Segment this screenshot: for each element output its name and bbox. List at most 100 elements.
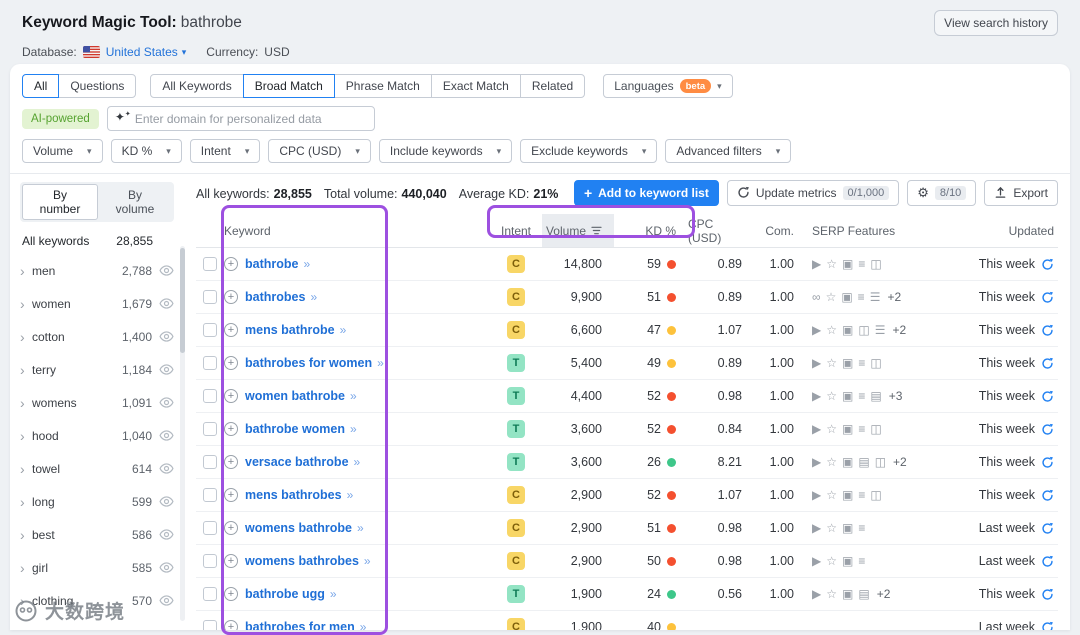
tab-phrase-match[interactable]: Phrase Match [334,74,432,98]
column-com[interactable]: Com. [754,214,800,247]
sidebar-group-women[interactable]: ›women1,679 [20,287,174,320]
add-keyword-icon[interactable]: + [224,488,238,502]
sidebar-group-terry[interactable]: ›terry1,184 [20,353,174,386]
add-keyword-icon[interactable]: + [224,587,238,601]
row-checkbox[interactable] [203,422,217,436]
domain-input[interactable] [107,106,375,131]
serp-chevrons-icon[interactable]: » [354,455,360,469]
row-checkbox[interactable] [203,521,217,535]
row-checkbox[interactable] [203,455,217,469]
column-volume[interactable]: Volume [542,214,614,247]
eye-icon[interactable] [159,562,174,573]
filter-volume[interactable]: Volume▾ [22,139,103,163]
add-to-keyword-list-button[interactable]: +Add to keyword list [574,180,719,206]
sidebar-group-towel[interactable]: ›towel614 [20,452,174,485]
eye-icon[interactable] [159,430,174,441]
add-keyword-icon[interactable]: + [224,389,238,403]
add-keyword-icon[interactable]: + [224,356,238,370]
refresh-icon[interactable] [1041,588,1054,601]
refresh-icon[interactable] [1041,357,1054,370]
eye-icon[interactable] [159,397,174,408]
eye-icon[interactable] [159,529,174,540]
keyword-link[interactable]: versace bathrobe [245,455,349,469]
serp-chevrons-icon[interactable]: » [350,422,356,436]
refresh-icon[interactable] [1041,456,1054,469]
filter-kd[interactable]: KD %▾ [111,139,182,163]
serp-extra-count[interactable]: +2 [887,290,901,304]
toggle-by-volume[interactable]: By volume [98,184,172,220]
eye-icon[interactable] [159,298,174,309]
keyword-link[interactable]: bathrobes [245,290,305,304]
add-keyword-icon[interactable]: + [224,257,238,271]
sidebar-group-hood[interactable]: ›hood1,040 [20,419,174,452]
sidebar-group-girl[interactable]: ›girl585 [20,551,174,584]
column-kd[interactable]: KD % [614,214,688,247]
eye-icon[interactable] [159,265,174,276]
serp-chevrons-icon[interactable]: » [350,389,356,403]
refresh-icon[interactable] [1041,390,1054,403]
keyword-link[interactable]: womens bathrobe [245,521,352,535]
database-select[interactable]: United States▾ [106,45,187,59]
serp-chevrons-icon[interactable]: » [310,290,316,304]
sidebar-scrollbar[interactable] [180,246,185,621]
filter-advanced-filters[interactable]: Advanced filters▾ [665,139,791,163]
add-keyword-icon[interactable]: + [224,422,238,436]
row-checkbox[interactable] [203,587,217,601]
eye-icon[interactable] [159,331,174,342]
eye-icon[interactable] [159,463,174,474]
row-checkbox[interactable] [203,488,217,502]
add-keyword-icon[interactable]: + [224,290,238,304]
keyword-link[interactable]: mens bathrobes [245,488,342,502]
sidebar-group-best[interactable]: ›best586 [20,518,174,551]
row-checkbox[interactable] [203,554,217,568]
column-serp-features[interactable]: SERP Features [800,214,926,247]
serp-chevrons-icon[interactable]: » [357,521,363,535]
tab-all-keywords[interactable]: All Keywords [150,74,243,98]
tab-broad-match[interactable]: Broad Match [243,74,335,98]
filter-cpc-usd[interactable]: CPC (USD)▾ [268,139,371,163]
sidebar-group-cotton[interactable]: ›cotton1,400 [20,320,174,353]
refresh-icon[interactable] [1041,522,1054,535]
serp-chevrons-icon[interactable]: » [330,587,336,601]
toggle-by-number[interactable]: By number [22,184,98,220]
refresh-icon[interactable] [1041,621,1054,631]
eye-icon[interactable] [159,364,174,375]
serp-chevrons-icon[interactable]: » [364,554,370,568]
sidebar-group-long[interactable]: ›long599 [20,485,174,518]
serp-chevrons-icon[interactable]: » [303,257,309,271]
serp-extra-count[interactable]: +2 [877,587,891,601]
add-keyword-icon[interactable]: + [224,521,238,535]
keyword-link[interactable]: bathrobe ugg [245,587,325,601]
refresh-icon[interactable] [1041,489,1054,502]
column-intent[interactable]: Intent [490,214,542,247]
row-checkbox[interactable] [203,257,217,271]
keyword-link[interactable]: bathrobes for men [245,620,355,630]
row-checkbox[interactable] [203,389,217,403]
add-keyword-icon[interactable]: + [224,554,238,568]
column-keyword[interactable]: Keyword [224,214,490,247]
row-checkbox[interactable] [203,356,217,370]
refresh-icon[interactable] [1041,423,1054,436]
serp-chevrons-icon[interactable]: » [377,356,383,370]
serp-chevrons-icon[interactable]: » [347,488,353,502]
keyword-link[interactable]: bathrobe women [245,422,345,436]
serp-extra-count[interactable]: +2 [893,455,907,469]
scrollbar-thumb[interactable] [180,248,185,353]
api-quota-button[interactable]: ⚙8/10 [907,180,976,206]
sidebar-group-womens[interactable]: ›womens1,091 [20,386,174,419]
refresh-icon[interactable] [1041,258,1054,271]
eye-icon[interactable] [159,496,174,507]
tab-questions[interactable]: Questions [58,74,136,98]
filter-include-keywords[interactable]: Include keywords▾ [379,139,512,163]
row-checkbox[interactable] [203,290,217,304]
tab-all[interactable]: All [22,74,59,98]
sidebar-all-keywords[interactable]: All keywords 28,855 [20,228,174,254]
serp-extra-count[interactable]: +3 [889,389,903,403]
sidebar-group-men[interactable]: ›men2,788 [20,254,174,287]
eye-icon[interactable] [159,595,174,606]
refresh-icon[interactable] [1041,324,1054,337]
keyword-link[interactable]: womens bathrobes [245,554,359,568]
column-cpc[interactable]: CPC (USD) [688,214,754,247]
keyword-link[interactable]: women bathrobe [245,389,345,403]
keyword-link[interactable]: bathrobes for women [245,356,372,370]
